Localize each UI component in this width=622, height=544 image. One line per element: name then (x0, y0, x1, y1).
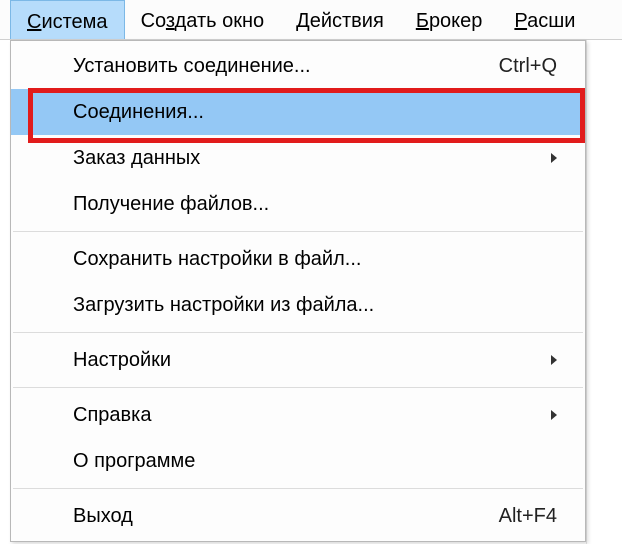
menubar-item-post: асши (527, 10, 575, 32)
menu-item-label: Справка (73, 404, 549, 427)
menu-item-3[interactable]: Получение файлов... (11, 181, 585, 227)
menu-item-label: Настройки (73, 349, 549, 372)
menu-item-label: Соединения... (73, 101, 563, 124)
system-menu-dropdown: Установить соединение...Ctrl+Q Соединения… (10, 40, 586, 542)
chevron-right-icon (549, 353, 563, 367)
menubar-item-mnemonic: Р (514, 10, 527, 32)
menu-item-13[interactable]: ВыходAlt+F4 (11, 493, 585, 539)
menu-item-1[interactable]: Соединения... (11, 89, 585, 135)
chevron-right-icon (549, 151, 563, 165)
menu-item-6[interactable]: Загрузить настройки из файла... (11, 282, 585, 328)
menubar-item-0[interactable]: Система (10, 0, 125, 39)
menubar-item-post: истема (41, 11, 107, 33)
menubar-item-3[interactable]: Брокер (400, 0, 499, 39)
menubar-item-4[interactable]: Расши (498, 0, 591, 39)
menubar-item-mnemonic: з (166, 10, 175, 32)
menubar-item-2[interactable]: Действия (280, 0, 400, 39)
menu-item-11[interactable]: О программе (11, 438, 585, 484)
menubar-item-post: рокер (429, 10, 482, 32)
menubar-item-pre: Со (141, 10, 166, 32)
menubar-item-mnemonic: Д (296, 10, 310, 32)
menu-separator (13, 488, 583, 489)
menu-item-label: Загрузить настройки из файла... (73, 294, 563, 317)
menubar-item-post: дать окно (175, 10, 265, 32)
menu-separator (13, 387, 583, 388)
menu-item-shortcut: Alt+F4 (499, 505, 563, 528)
menu-item-label: Заказ данных (73, 147, 549, 170)
menu-item-2[interactable]: Заказ данных (11, 135, 585, 181)
menu-item-label: О программе (73, 450, 563, 473)
menu-item-label: Получение файлов... (73, 193, 563, 216)
menu-item-shortcut: Ctrl+Q (499, 55, 563, 78)
menubar: СистемаСоздать окноДействияБрокерРасши (0, 0, 622, 40)
menu-item-label: Сохранить настройки в файл... (73, 248, 563, 271)
menu-item-0[interactable]: Установить соединение...Ctrl+Q (11, 43, 585, 89)
window-right-edge (586, 40, 622, 544)
menu-separator (13, 332, 583, 333)
menu-separator (13, 231, 583, 232)
menubar-item-post: ействия (310, 10, 384, 32)
menu-item-8[interactable]: Настройки (11, 337, 585, 383)
menu-item-10[interactable]: Справка (11, 392, 585, 438)
menubar-item-mnemonic: Б (416, 10, 429, 32)
menu-item-label: Установить соединение... (73, 55, 499, 78)
menubar-item-1[interactable]: Создать окно (125, 0, 281, 39)
menu-item-label: Выход (73, 505, 499, 528)
menubar-item-mnemonic: С (27, 11, 41, 33)
menu-item-5[interactable]: Сохранить настройки в файл... (11, 236, 585, 282)
chevron-right-icon (549, 408, 563, 422)
